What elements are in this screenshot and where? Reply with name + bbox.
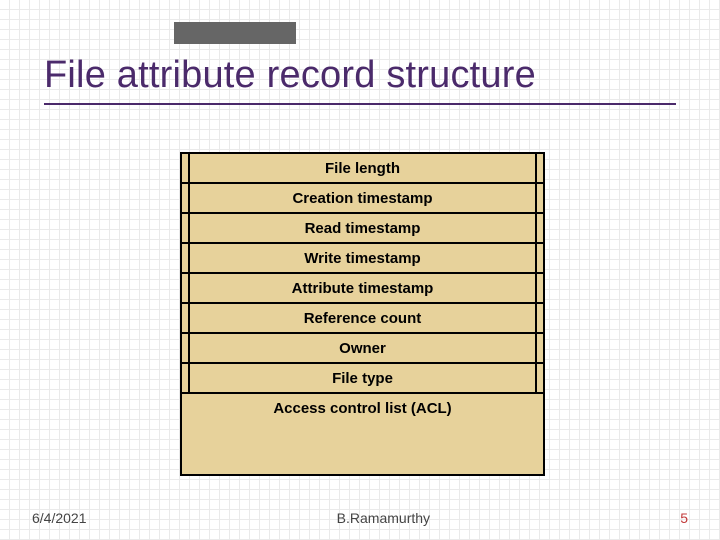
slide-footer: 6/4/2021 B.Ramamurthy 5 — [0, 510, 720, 526]
title-area: File attribute record structure — [44, 54, 676, 105]
diagram-row: Write timestamp — [182, 244, 543, 274]
record-structure-diagram: File length Creation timestamp Read time… — [180, 152, 545, 476]
diagram-row: Creation timestamp — [182, 184, 543, 214]
page-title: File attribute record structure — [44, 54, 676, 105]
diagram-row-acl: Access control list (ACL) — [182, 394, 543, 474]
footer-page-number: 5 — [680, 510, 688, 526]
diagram-row: Read timestamp — [182, 214, 543, 244]
diagram-row: Reference count — [182, 304, 543, 334]
slide-decoration-bar — [174, 22, 296, 44]
diagram-row: Attribute timestamp — [182, 274, 543, 304]
footer-date: 6/4/2021 — [32, 510, 87, 526]
diagram-row: File length — [182, 154, 543, 184]
footer-author: B.Ramamurthy — [337, 510, 430, 526]
diagram-row: File type — [182, 364, 543, 394]
diagram-row: Owner — [182, 334, 543, 364]
